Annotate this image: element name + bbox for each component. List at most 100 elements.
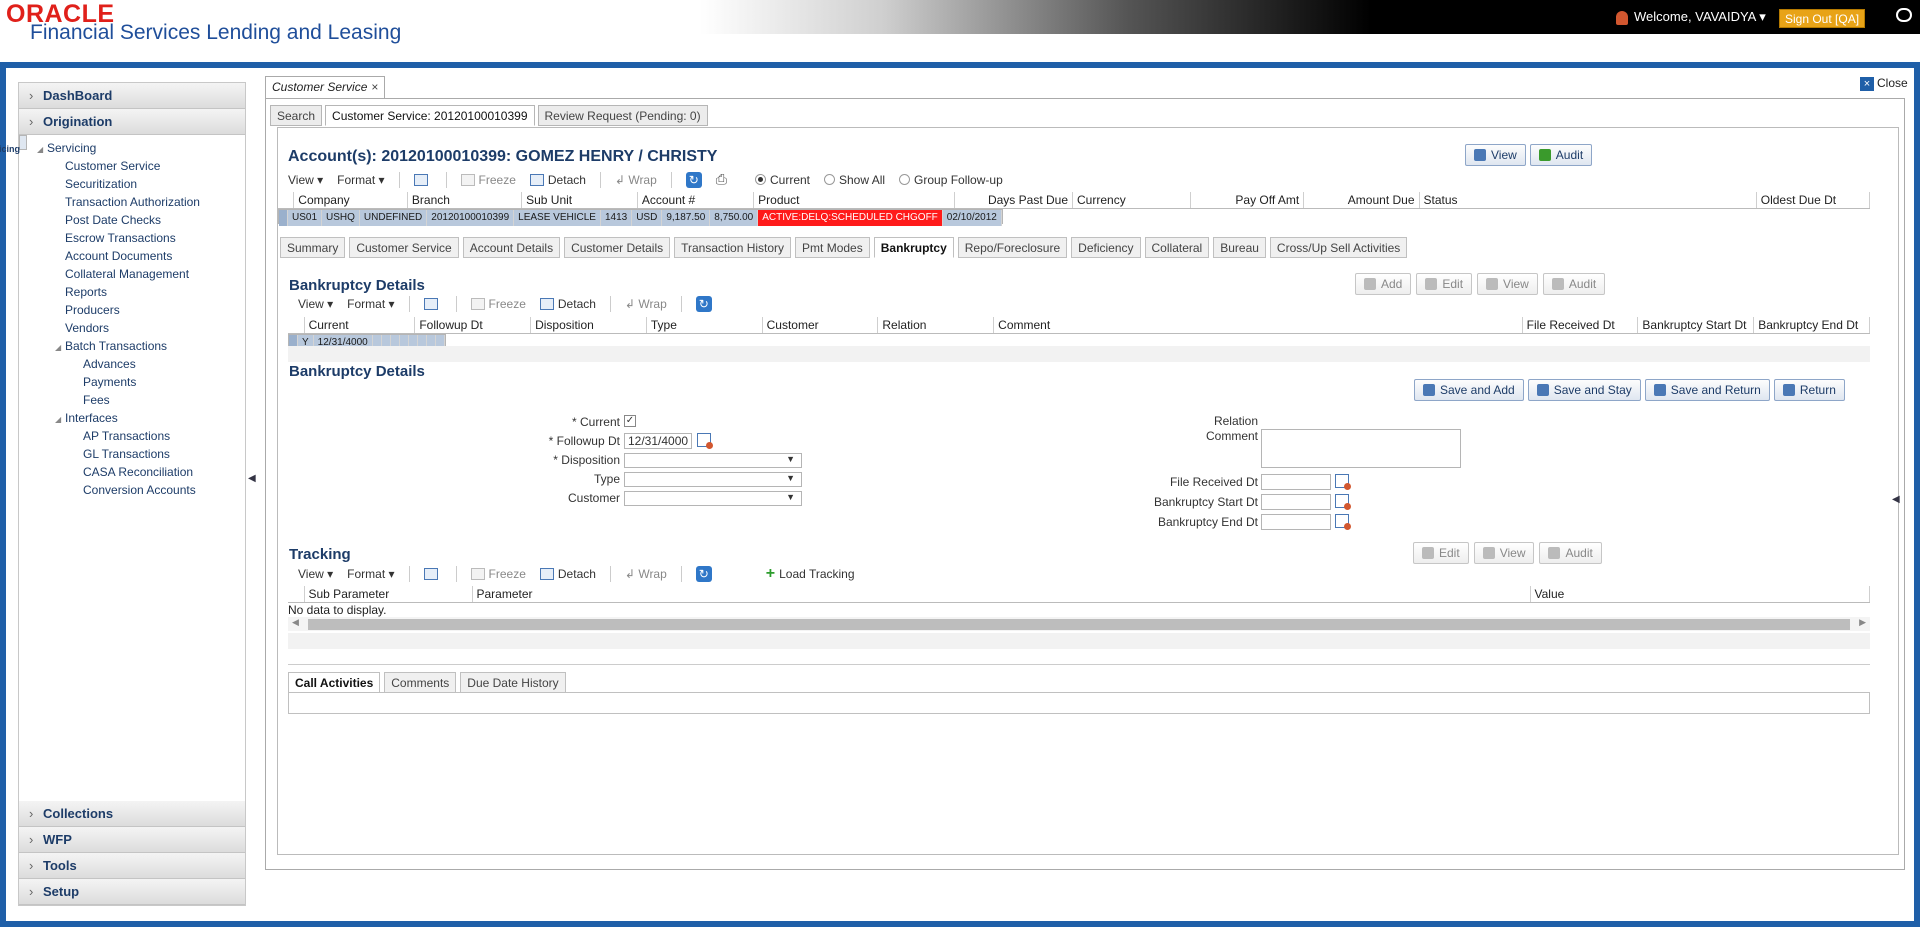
nav-item-label: Transaction Authorization (65, 195, 200, 209)
nav-dashboard[interactable]: › DashBoard (19, 83, 245, 109)
triangle-left-icon: ◀ (248, 473, 256, 484)
subtab-search[interactable]: Search (270, 105, 323, 126)
chevron-right-icon: › (29, 806, 34, 821)
tracking-audit-button[interactable]: Audit (1539, 542, 1602, 564)
help-icon[interactable] (1896, 8, 1912, 22)
nav-setup[interactable]: › Setup (19, 879, 245, 905)
nav-item-gl-transactions[interactable]: GL Transactions (19, 445, 245, 463)
account-panel: Account(s): 20120100010399: GOMEZ HENRY … (277, 127, 1899, 855)
current-checkbox[interactable]: ✓ (624, 415, 636, 427)
nav-item-interfaces[interactable]: ◢ Interfaces (19, 409, 245, 427)
detach-button[interactable]: Detach (539, 567, 596, 581)
user-menu[interactable]: Welcome, VAVAIDYA ▾ (1616, 9, 1766, 25)
comment-textarea[interactable] (1261, 429, 1461, 468)
nav-collapse-handle[interactable]: ◀ (248, 470, 256, 510)
bk-end-input[interactable] (1261, 514, 1331, 530)
file-received-label: File Received Dt (1169, 475, 1258, 489)
freeze-button[interactable]: Freeze (470, 567, 526, 581)
calendar-icon[interactable] (1335, 514, 1351, 530)
nav-item-vendors[interactable]: Vendors (19, 319, 245, 337)
scrollbar-thumb[interactable] (308, 619, 1850, 630)
bk-start-input[interactable] (1261, 494, 1331, 510)
chevron-down-icon: ▾ (1759, 9, 1766, 24)
column-header[interactable]: Value (1530, 586, 1870, 603)
nav-item-customer-service[interactable]: Customer Service (19, 157, 245, 175)
nav-bottom-group: › Collections › WFP › Tools › Setup (19, 801, 245, 905)
view-menu[interactable]: View ▾ (298, 567, 333, 581)
nav-item-fees[interactable]: Fees (19, 391, 245, 409)
nav-item-batch-transactions[interactable]: ◢ Batch Transactions (19, 337, 245, 355)
nav-tools[interactable]: › Tools (19, 853, 245, 879)
nav-item-label: Securitization (65, 177, 138, 191)
load-tracking-button[interactable]: + Load Tracking (766, 565, 855, 583)
tracking-edit-button[interactable]: Edit (1413, 542, 1469, 564)
tab-due-date-history[interactable]: Due Date History (460, 672, 566, 693)
format-menu[interactable]: Format ▾ (347, 567, 394, 581)
tab-comments[interactable]: Comments (384, 672, 457, 693)
nav-item-transaction-authorization[interactable]: Transaction Authorization (19, 193, 245, 211)
nav-item-casa-reconciliation[interactable]: CASA Reconciliation (19, 463, 245, 481)
detach-icon (539, 568, 554, 580)
frame-top (0, 62, 1920, 68)
sign-out-button[interactable]: Sign Out [QA] (1779, 9, 1866, 28)
disposition-label: * Disposition (553, 453, 620, 467)
nav-item-account-documents[interactable]: Account Documents (19, 247, 245, 265)
tab-customer-service[interactable]: Customer Service × (265, 76, 386, 98)
nav-item-collateral-management[interactable]: Collateral Management (19, 265, 245, 283)
type-select[interactable]: ▼ (624, 472, 802, 487)
close-tab-icon[interactable]: × (371, 80, 378, 94)
file-received-input[interactable] (1261, 474, 1331, 490)
column-header[interactable]: Parameter (472, 586, 1531, 603)
check-icon (1548, 547, 1561, 559)
subtab-review-request[interactable]: Review Request (Pending: 0) (537, 105, 708, 126)
horizontal-scrollbar[interactable]: ◀ ▶ (288, 617, 1870, 631)
calendar-icon[interactable] (1335, 494, 1351, 510)
scroll-left-icon[interactable]: ◀ (292, 617, 299, 628)
nav-item-ap-transactions[interactable]: AP Transactions (19, 427, 245, 445)
disposition-select[interactable]: ▼ (624, 453, 802, 468)
tab-call-activities[interactable]: Call Activities (288, 672, 381, 693)
export-icon[interactable] (423, 568, 438, 580)
customer-select[interactable]: ▼ (624, 491, 802, 506)
close-icon: × (1860, 77, 1874, 91)
nav-item-reports[interactable]: Reports (19, 283, 245, 301)
chevron-right-icon: › (29, 114, 34, 129)
nav-item-producers[interactable]: Producers (19, 301, 245, 319)
nav-item-conversion-accounts[interactable]: Conversion Accounts (19, 481, 245, 499)
refresh-icon[interactable]: ↻ (695, 566, 712, 582)
nav-servicing[interactable]: Servicing (0, 135, 27, 154)
twisty-icon[interactable]: ◢ (55, 339, 65, 357)
divider (288, 664, 1870, 665)
twisty-icon[interactable]: ◢ (37, 141, 47, 159)
nav-item-label: AP Transactions (83, 429, 171, 443)
calendar-icon[interactable] (697, 433, 713, 449)
nav-item-securitization[interactable]: Securitization (19, 175, 245, 193)
subtab-account[interactable]: Customer Service: 20120100010399 (325, 105, 535, 126)
close-button[interactable]: × Close (1860, 76, 1908, 91)
wrap-button[interactable]: ↲ Wrap (625, 567, 667, 581)
scroll-right-icon[interactable]: ▶ (1859, 617, 1866, 628)
dropdown-arrow-icon: ▼ (786, 473, 795, 483)
nav-origination[interactable]: › Origination (19, 109, 245, 135)
nav-item-payments[interactable]: Payments (19, 373, 245, 391)
nav-item-servicing[interactable]: ◢ Servicing (19, 139, 245, 157)
main-area: Customer Service × × Close Search Customer… (262, 74, 1912, 919)
nav-item-escrow-transactions[interactable]: Escrow Transactions (19, 229, 245, 247)
empty-message: No data to display. (288, 603, 387, 617)
toolbar-divider (609, 566, 611, 582)
twisty-icon[interactable]: ◢ (55, 411, 65, 429)
nav-wfp[interactable]: › WFP (19, 827, 245, 853)
calendar-icon[interactable] (1335, 474, 1351, 490)
nav-item-post-date-checks[interactable]: Post Date Checks (19, 211, 245, 229)
nav-item-advances[interactable]: Advances (19, 355, 245, 373)
followup-date-input[interactable]: 12/31/4000 (624, 433, 692, 449)
chevron-right-icon: › (29, 884, 34, 899)
column-header[interactable]: Sub Parameter (304, 586, 473, 603)
tracking-view-button[interactable]: View (1473, 542, 1535, 564)
nav-collections[interactable]: › Collections (19, 801, 245, 827)
frame-right (1914, 68, 1920, 923)
right-collapse-handle[interactable]: ◀ (1892, 494, 1900, 505)
chevron-right-icon: › (29, 832, 34, 847)
nav-item-label: Payments (83, 375, 137, 389)
toolbar-divider (455, 566, 457, 582)
